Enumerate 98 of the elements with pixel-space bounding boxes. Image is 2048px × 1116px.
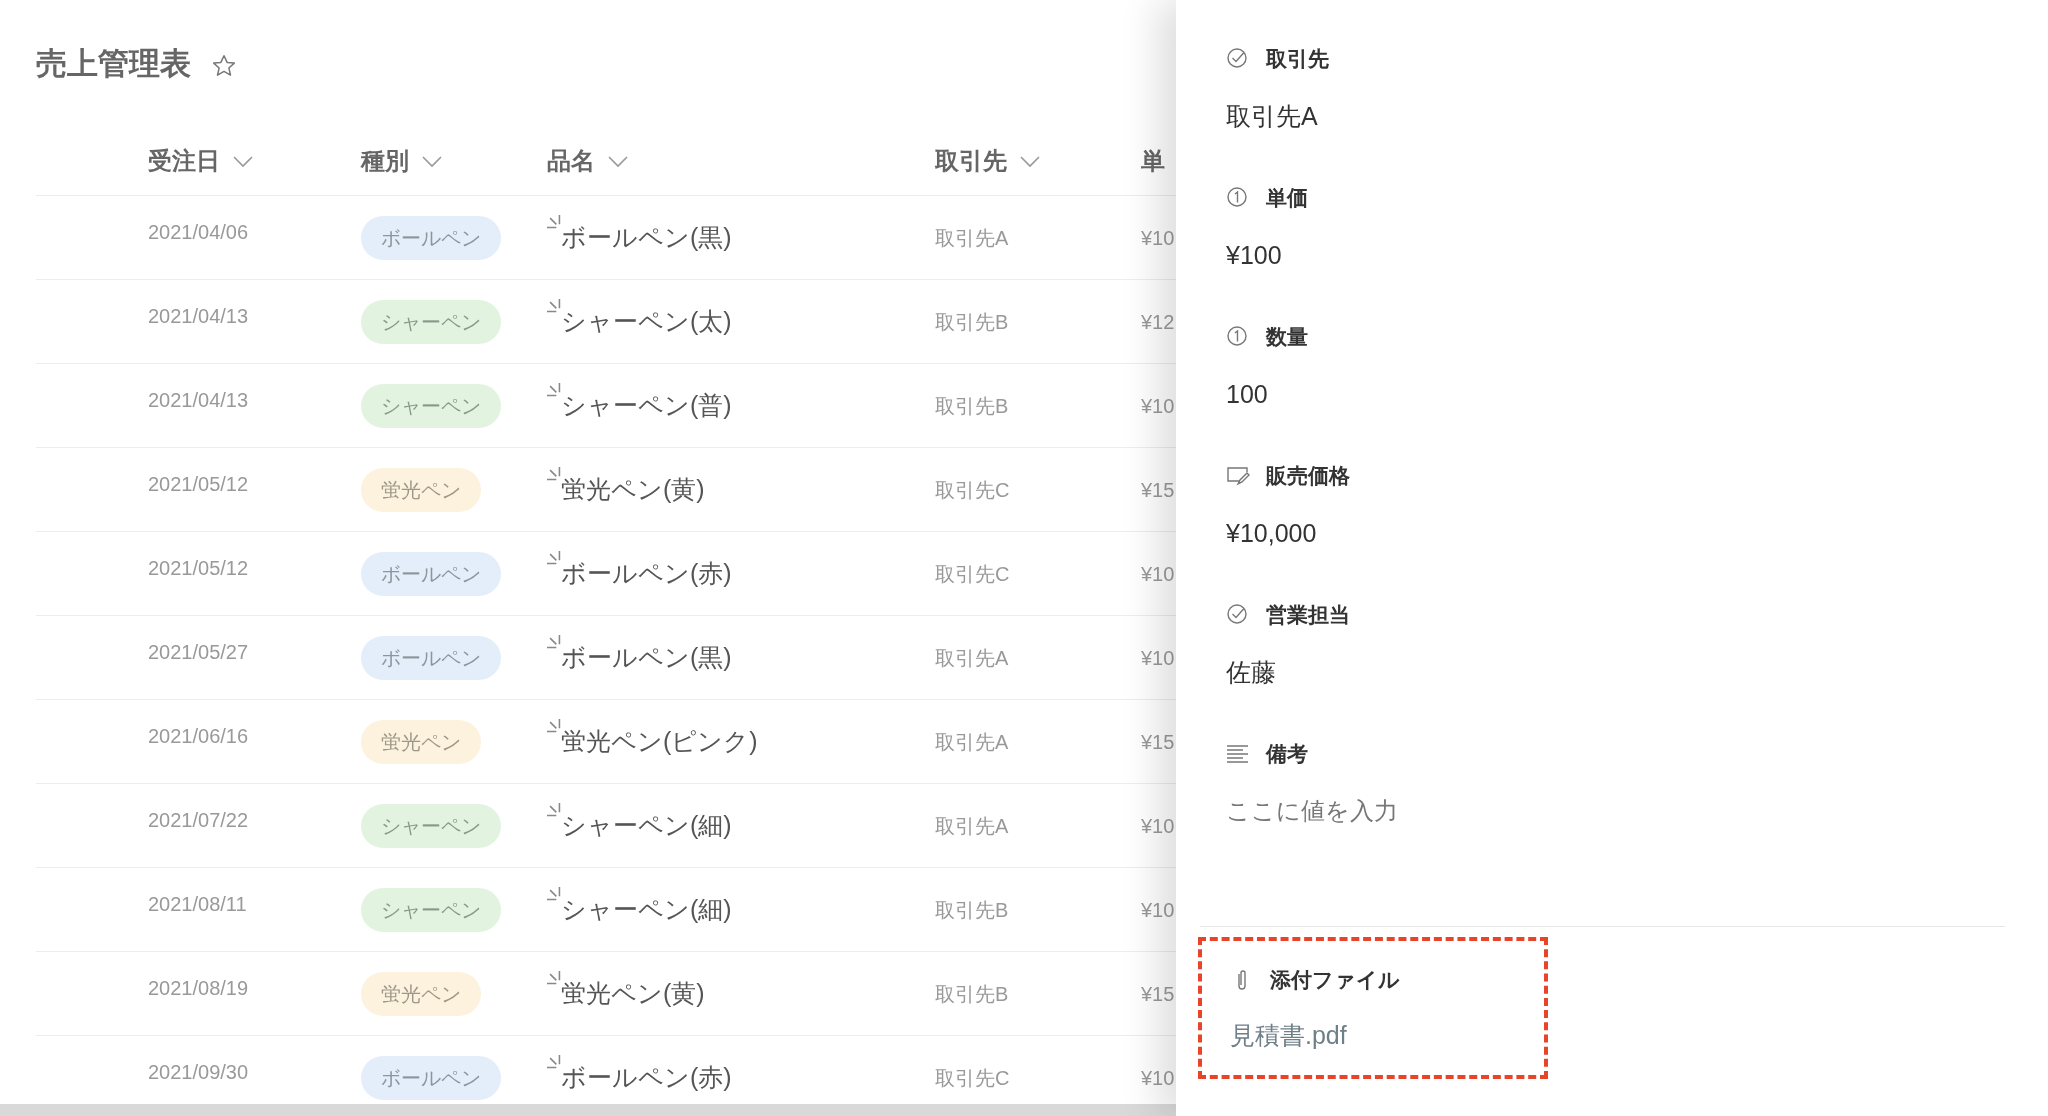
price-cell: ¥10: [1141, 646, 1175, 669]
date-cell: 2021/04/13: [148, 388, 249, 411]
number-one-icon: [1226, 325, 1250, 349]
date-cell: 2021/08/19: [148, 976, 249, 999]
item-name-cell-text: ボールペン(赤): [561, 1061, 732, 1093]
price-cell: ¥15: [1141, 982, 1175, 1005]
number-one-icon: [1226, 186, 1250, 210]
item-name-cell-text: 蛍光ペン(ピンク): [561, 725, 758, 757]
sparkle-icon: [547, 298, 561, 313]
category-tag: ボールペン: [361, 1055, 501, 1100]
client-cell: 取引先B: [935, 394, 1009, 417]
field-label: 備考: [1266, 741, 1308, 768]
field-label: 取引先: [1266, 46, 1329, 73]
chevron-down-icon[interactable]: [421, 153, 443, 168]
sparkle-icon: [547, 718, 561, 733]
price-cell: ¥10: [1141, 814, 1175, 837]
sparkle-icon: [547, 634, 561, 649]
field-label: 添付ファイル: [1270, 967, 1400, 994]
item-name-cell-text: シャーペン(普): [561, 389, 732, 421]
client-cell: 取引先A: [935, 814, 1009, 837]
field-label: 単価: [1266, 185, 1308, 212]
date-cell: 2021/08/11: [148, 892, 247, 915]
sparkle-icon: [547, 466, 561, 481]
date-cell: 2021/09/30: [148, 1060, 249, 1083]
price-cell: ¥10: [1141, 1066, 1175, 1089]
field-label: 販売価格: [1266, 463, 1350, 490]
item-name-cell-text: 蛍光ペン(黄): [561, 977, 705, 1009]
category-tag: シャーペン: [361, 803, 501, 848]
client-cell: 取引先B: [935, 310, 1009, 333]
item-name-cell-text: シャーペン(細): [561, 893, 732, 925]
item-name-cell-text: シャーペン(太): [561, 305, 732, 337]
column-header[interactable]: 品名: [547, 142, 595, 179]
category-tag: シャーペン: [361, 299, 501, 344]
field-value: 取引先A: [1226, 101, 1319, 132]
client-cell: 取引先A: [935, 226, 1009, 249]
field-label: 数量: [1266, 324, 1308, 351]
item-name-cell-text: 蛍光ペン(黄): [561, 473, 705, 505]
date-cell: 2021/05/27: [148, 640, 249, 663]
date-cell: 2021/05/12: [148, 472, 249, 495]
sparkle-icon: [547, 550, 561, 565]
column-header[interactable]: 単: [1141, 142, 1165, 179]
price-cell: ¥10: [1141, 898, 1175, 921]
price-cell: ¥10: [1141, 226, 1175, 249]
category-tag: ボールペン: [361, 551, 501, 596]
price-cell: ¥12: [1141, 310, 1175, 333]
column-header[interactable]: 受注日: [148, 142, 220, 179]
remarks-input[interactable]: ここに値を入力: [1226, 793, 1726, 829]
date-cell: 2021/06/16: [148, 724, 249, 747]
chevron-down-icon[interactable]: [607, 153, 629, 168]
check-circle-icon: [1226, 47, 1250, 71]
date-cell: 2021/04/06: [148, 220, 249, 243]
scrollbar[interactable]: [0, 1104, 1176, 1116]
sparkle-icon: [547, 382, 561, 397]
chevron-down-icon[interactable]: [232, 153, 254, 168]
category-tag: シャーペン: [361, 887, 501, 932]
client-cell: 取引先B: [935, 898, 1009, 921]
file-link[interactable]: 見積書.pdf: [1230, 1017, 1544, 1055]
page-title: 売上管理表: [36, 44, 191, 83]
sparkle-icon: [547, 970, 561, 985]
client-cell: 取引先C: [935, 562, 1010, 585]
field-value: 100: [1226, 379, 1269, 410]
sparkle-icon: [547, 886, 561, 901]
category-tag: ボールペン: [361, 635, 501, 680]
field-value: ¥100: [1226, 240, 1283, 271]
category-tag: 蛍光ペン: [361, 719, 481, 764]
star-icon[interactable]: [211, 53, 237, 79]
category-tag: シャーペン: [361, 383, 501, 428]
chevron-down-icon[interactable]: [1019, 153, 1041, 168]
item-name-cell-text: ボールペン(赤): [561, 557, 732, 589]
date-cell: 2021/05/12: [148, 556, 249, 579]
field-value: 佐藤: [1226, 657, 1277, 688]
sparkle-icon: [547, 1054, 561, 1069]
category-tag: 蛍光ペン: [361, 467, 481, 512]
sparkle-icon: [547, 214, 561, 229]
field-label: 営業担当: [1266, 602, 1350, 629]
column-header[interactable]: 種別: [361, 142, 409, 179]
price-cell: ¥10: [1141, 562, 1175, 585]
client-cell: 取引先C: [935, 1066, 1010, 1089]
date-cell: 2021/07/22: [148, 808, 249, 831]
client-cell: 取引先A: [935, 646, 1009, 669]
item-name-cell-text: ボールペン(黒): [561, 221, 732, 253]
field-value: ¥10,000: [1226, 518, 1318, 549]
client-cell: 取引先C: [935, 478, 1010, 501]
category-tag: 蛍光ペン: [361, 971, 481, 1016]
item-name-cell-text: シャーペン(細): [561, 809, 732, 841]
price-cell: ¥15: [1141, 730, 1175, 753]
check-circle-icon: [1226, 603, 1250, 627]
category-tag: ボールペン: [361, 215, 501, 260]
sparkle-icon: [547, 802, 561, 817]
date-cell: 2021/04/13: [148, 304, 249, 327]
item-name-cell-text: ボールペン(黒): [561, 641, 732, 673]
client-cell: 取引先B: [935, 982, 1009, 1005]
price-cell: ¥15: [1141, 478, 1175, 501]
edit-note-icon: [1226, 464, 1250, 488]
client-cell: 取引先A: [935, 730, 1009, 753]
text-lines-icon: [1226, 742, 1250, 766]
price-cell: ¥10: [1141, 394, 1175, 417]
column-header[interactable]: 取引先: [935, 142, 1007, 179]
